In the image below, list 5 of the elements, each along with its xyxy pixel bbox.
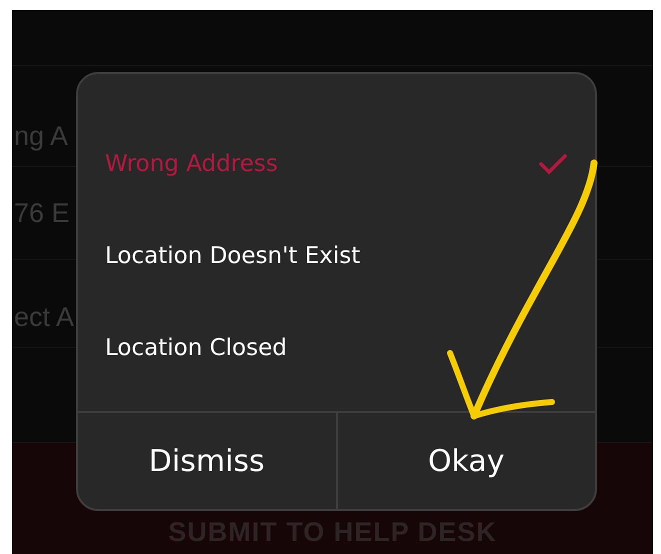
option-item[interactable]: Location Closed [78, 302, 595, 394]
option-item[interactable]: Location Doesn't Exist [78, 210, 595, 302]
check-icon [539, 153, 567, 175]
okay-button[interactable]: Okay [338, 413, 595, 509]
dismiss-button[interactable]: Dismiss [78, 413, 338, 509]
